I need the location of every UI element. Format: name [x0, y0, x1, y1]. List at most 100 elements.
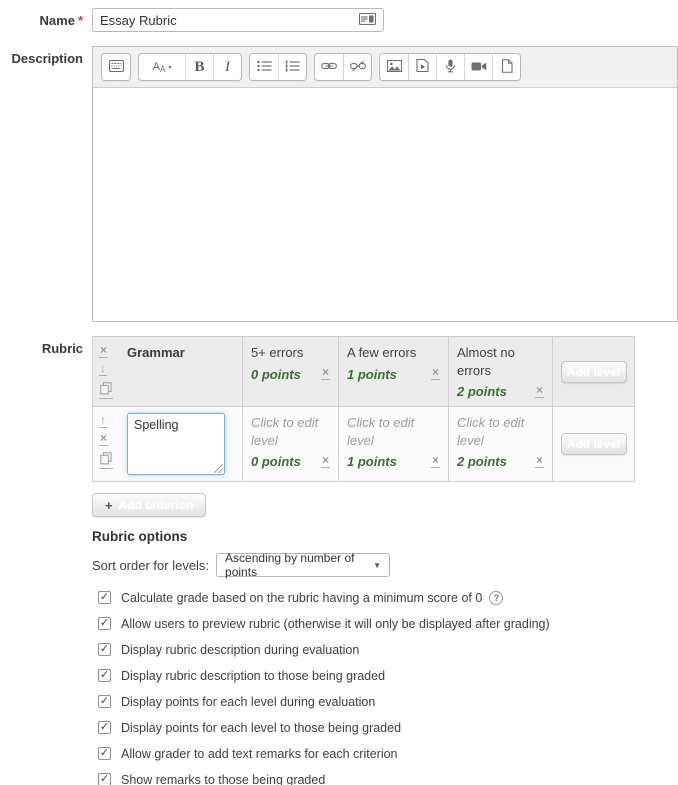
toolbar-toggle-button[interactable] — [102, 54, 130, 80]
rubric-table: × ↓ Grammar 5+ errors 0 points × A few e… — [92, 336, 635, 482]
delete-level-icon[interactable]: × — [431, 456, 440, 468]
unordered-list-button[interactable] — [250, 54, 278, 80]
name-label: Name* — [0, 8, 92, 28]
toolbar-group-media — [379, 53, 521, 81]
checkbox-option: ✓ Display points for each level during e… — [98, 695, 635, 708]
rubric-level-cell[interactable]: Click to edit level 1 points × — [339, 407, 449, 482]
checkbox-label: Show remarks to those being graded — [121, 773, 325, 785]
name-input[interactable]: Essay Rubric — [92, 8, 384, 32]
criterion-row: ↑ × Spelling Click to edit level 0 point… — [93, 407, 635, 482]
add-level-button[interactable]: Add level — [561, 361, 627, 383]
checkbox-label: Display rubric description during evalua… — [121, 643, 359, 657]
font-style-button[interactable]: AA▾ — [139, 54, 185, 80]
checkbox[interactable]: ✓ — [98, 617, 111, 630]
move-down-icon[interactable]: ↓ — [99, 364, 107, 376]
checkbox[interactable]: ✓ — [98, 669, 111, 682]
keyboard-toggle-icon — [109, 60, 124, 75]
rubric-level-cell[interactable]: 5+ errors 0 points × — [243, 337, 339, 407]
unlink-icon-button[interactable] — [343, 54, 371, 80]
checkbox[interactable]: ✓ — [98, 591, 111, 604]
video-camera-icon — [471, 60, 487, 75]
level-definition[interactable]: A few errors — [347, 344, 440, 362]
description-label: Description — [0, 46, 92, 66]
rubric-options-heading: Rubric options — [92, 529, 635, 544]
dropdown-arrow-icon: ▼ — [373, 561, 381, 570]
bold-button[interactable]: B — [185, 54, 213, 80]
keyboard-icon — [359, 13, 376, 28]
level-points: 0 points — [251, 454, 301, 469]
manage-files-button[interactable] — [492, 54, 520, 80]
checkbox-label: Allow users to preview rubric (otherwise… — [121, 617, 550, 631]
name-label-text: Name — [40, 13, 75, 28]
record-video-button[interactable] — [464, 54, 492, 80]
rubric-field: × ↓ Grammar 5+ errors 0 points × A few e… — [92, 336, 635, 785]
delete-level-icon[interactable]: × — [321, 368, 330, 380]
help-icon[interactable]: ? — [489, 591, 503, 605]
rubric-row: Rubric × ↓ Grammar 5+ errors 0 points — [0, 336, 678, 785]
sort-order-value: Ascending by number of points — [225, 551, 373, 579]
rubric-level-cell[interactable]: Click to edit level 0 points × — [243, 407, 339, 482]
level-definition[interactable]: 5+ errors — [251, 344, 330, 362]
image-button[interactable] — [380, 54, 408, 80]
criterion-name-input[interactable]: Spelling — [127, 413, 225, 475]
level-definition[interactable]: Click to edit level — [251, 414, 330, 449]
name-row: Name* Essay Rubric — [0, 8, 678, 32]
delete-level-icon[interactable]: × — [431, 368, 440, 380]
checkbox-label: Calculate grade based on the rubric havi… — [121, 591, 482, 605]
delete-criterion-icon[interactable]: × — [99, 434, 108, 446]
criterion-cell[interactable]: × ↓ Grammar — [93, 337, 243, 407]
bold-icon: B — [194, 59, 204, 76]
rubric-options-checkboxes: ✓ Calculate grade based on the rubric ha… — [92, 591, 635, 785]
delete-criterion-icon[interactable]: × — [99, 346, 108, 358]
toolbar-group-toggle — [101, 53, 131, 81]
criterion-name[interactable]: Grammar — [119, 343, 185, 400]
link-icon — [321, 60, 337, 75]
delete-level-icon[interactable]: × — [321, 456, 330, 468]
add-criterion-label: Add criterion — [119, 498, 194, 512]
rubric-label: Rubric — [0, 336, 92, 356]
link-button[interactable] — [315, 54, 343, 80]
required-marker: * — [78, 13, 83, 28]
image-icon — [387, 60, 402, 75]
delete-level-icon[interactable]: × — [535, 386, 544, 398]
media-button[interactable] — [408, 54, 436, 80]
delete-level-icon[interactable]: × — [535, 456, 544, 468]
move-up-icon[interactable]: ↑ — [99, 416, 107, 428]
editor-content[interactable] — [93, 88, 677, 321]
add-level-cell: Add level — [553, 337, 635, 407]
sort-order-label: Sort order for levels: — [92, 558, 209, 573]
checkbox-option: ✓ Allow grader to add text remarks for e… — [98, 747, 635, 760]
rubric-level-cell[interactable]: Almost no errors 2 points × — [449, 337, 553, 407]
ordered-list-icon — [285, 60, 300, 75]
ordered-list-button[interactable] — [278, 54, 306, 80]
duplicate-criterion-icon[interactable] — [99, 452, 113, 469]
sort-order-select[interactable]: Ascending by number of points ▼ — [216, 553, 390, 577]
name-input-value: Essay Rubric — [100, 13, 359, 28]
add-criterion-button[interactable]: + Add criterion — [92, 493, 206, 517]
level-definition[interactable]: Click to edit level — [457, 414, 544, 449]
checkbox[interactable]: ✓ — [98, 643, 111, 656]
criterion-cell[interactable]: ↑ × Spelling — [93, 407, 243, 482]
record-audio-button[interactable] — [436, 54, 464, 80]
level-points: 1 points — [347, 367, 397, 382]
unordered-list-icon — [257, 60, 272, 75]
duplicate-criterion-icon[interactable] — [99, 382, 113, 399]
italic-button[interactable]: I — [213, 54, 241, 80]
level-points: 1 points — [347, 454, 397, 469]
rubric-level-cell[interactable]: A few errors 1 points × — [339, 337, 449, 407]
font-style-icon-small: A — [160, 66, 165, 74]
microphone-icon — [445, 59, 456, 76]
level-points: 2 points — [457, 454, 507, 469]
font-style-icon: A — [153, 62, 160, 73]
checkbox[interactable]: ✓ — [98, 773, 111, 785]
rubric-level-cell[interactable]: Click to edit level 2 points × — [449, 407, 553, 482]
checkbox[interactable]: ✓ — [98, 747, 111, 760]
level-definition[interactable]: Almost no errors — [457, 344, 544, 379]
add-level-button[interactable]: Add level — [561, 433, 627, 455]
editor-toolbar: AA▾ B I — [93, 47, 677, 88]
checkbox[interactable]: ✓ — [98, 695, 111, 708]
level-definition[interactable]: Click to edit level — [347, 414, 440, 449]
checkbox[interactable]: ✓ — [98, 721, 111, 734]
toolbar-group-lists — [249, 53, 307, 81]
criterion-edit-wrap: Spelling — [127, 413, 225, 475]
